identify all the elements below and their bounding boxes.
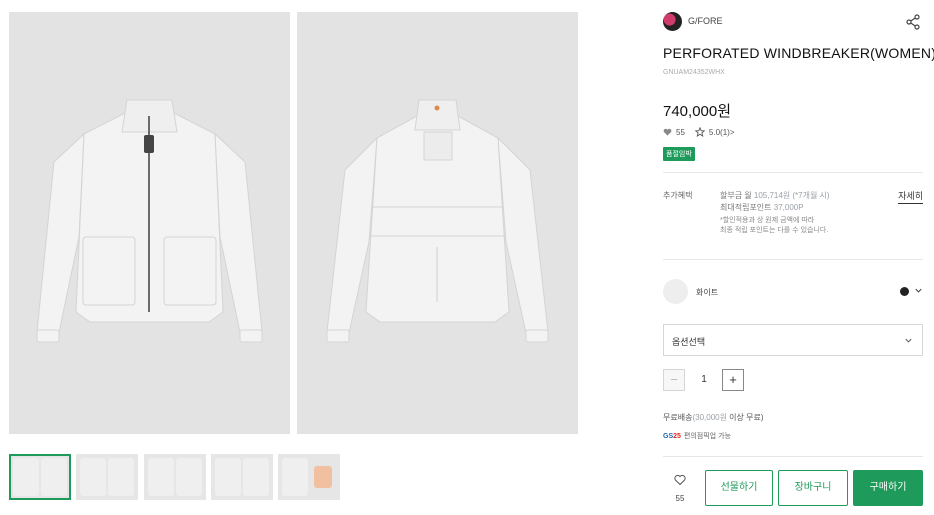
benefits-details: 할부금 월 105,714원 (*7개월 시) 최대적립포인트 37,000P … xyxy=(720,190,880,236)
status-badge: 품절임박 xyxy=(663,147,695,161)
benefits-note-line-1: *할인적용과 상 원제 금액에 따라 xyxy=(720,217,815,224)
jacket-front-illustration xyxy=(36,99,263,343)
color-dot xyxy=(900,287,909,296)
thumbnail-image xyxy=(243,458,269,496)
points-line: 최대적립포인트 37,000P xyxy=(720,202,880,214)
gs25-logo-text-b: 25 xyxy=(673,432,681,440)
points-prefix: 최대적립포인트 xyxy=(720,203,774,212)
color-selector[interactable]: 화이트 xyxy=(663,279,923,304)
shipping-info: 무료배송(30,000원 이상 무료) xyxy=(663,412,764,423)
product-code: GNUAM24352WHX xyxy=(663,69,725,76)
gs25-logo: GS25 xyxy=(663,433,681,440)
thumbnail-4[interactable] xyxy=(211,454,273,500)
thumbnail-3[interactable] xyxy=(144,454,206,500)
thumbnail-image xyxy=(282,458,308,496)
add-to-cart-button[interactable]: 장바구니 xyxy=(778,470,848,506)
buy-button[interactable]: 구매하기 xyxy=(853,470,923,506)
heart-icon xyxy=(663,128,672,136)
product-meta-row: 55 5.0(1)> xyxy=(663,127,734,137)
installment-value: 105,714원 (*7개월 시) xyxy=(753,191,830,200)
store-pickup-text: 편의점픽업 가능 xyxy=(683,433,731,440)
color-name: 화이트 xyxy=(696,288,719,297)
likes-count: 55 xyxy=(676,127,685,137)
option-select[interactable]: 옵션선택 xyxy=(663,324,923,356)
product-image-front[interactable] xyxy=(9,12,290,434)
divider xyxy=(663,172,923,173)
benefits-label: 추가혜택 xyxy=(663,191,693,200)
quantity-value[interactable]: 1 xyxy=(693,374,715,385)
thumbnail-image xyxy=(80,458,106,496)
quantity-minus-button[interactable]: − xyxy=(663,369,685,391)
rating-value: 5.0(1) xyxy=(708,127,730,137)
product-title: PERFORATED WINDBREAKER(WOMEN) xyxy=(663,45,934,61)
thumbnail-5[interactable] xyxy=(278,454,340,500)
thumbnail-image xyxy=(41,458,67,496)
product-image-back[interactable] xyxy=(297,12,578,434)
share-icon[interactable] xyxy=(905,14,921,30)
divider xyxy=(663,259,923,260)
thumbnail-image xyxy=(108,458,134,496)
rating-chevron: > xyxy=(729,127,735,137)
thumbnail-image xyxy=(176,458,202,496)
rating-link[interactable]: 5.0(1)> xyxy=(709,128,735,137)
gs25-logo-text-a: GS xyxy=(663,432,674,440)
installment-line: 할부금 월 105,714원 (*7개월 시) xyxy=(720,190,880,202)
points-value: 37,000P xyxy=(773,203,804,212)
brand-row: G/FORE xyxy=(663,12,923,32)
product-info-panel: G/FORE PERFORATED WINDBREAKER(WOMEN) GNU… xyxy=(663,0,934,515)
product-price: 740,000원 xyxy=(663,103,732,120)
thumbnail-image xyxy=(13,458,39,496)
brand-name[interactable]: G/FORE xyxy=(688,16,723,26)
shipping-prefix: 무료배송 xyxy=(663,413,693,422)
thumbnail-image xyxy=(215,458,241,496)
benefits-detail-link[interactable]: 자세히 xyxy=(898,189,923,204)
benefits-note-line-2: 최종 적립 포인트는 다를 수 있습니다. xyxy=(720,227,829,234)
option-select-label: 옵션선택 xyxy=(672,337,706,347)
wishlist-count: 55 xyxy=(675,494,685,503)
wishlist-button[interactable]: 55 xyxy=(668,473,692,503)
thumbnail-2[interactable] xyxy=(76,454,138,500)
color-swatch[interactable] xyxy=(663,279,688,304)
divider xyxy=(663,456,923,457)
thumbnail-image xyxy=(148,458,174,496)
shipping-threshold: (30,000원 xyxy=(692,413,727,422)
jacket-back-illustration xyxy=(326,99,549,343)
shipping-suffix: 이상 무료) xyxy=(726,413,764,422)
chevron-down-icon xyxy=(905,338,912,343)
store-pickup-row: GS25 편의점픽업 가능 xyxy=(663,431,731,441)
thumbnail-1[interactable] xyxy=(9,454,71,500)
installment-prefix: 할부금 월 xyxy=(720,191,754,200)
star-icon xyxy=(694,127,705,137)
thumbnail-tag-image xyxy=(314,466,332,488)
gift-button[interactable]: 선물하기 xyxy=(705,470,773,506)
quantity-plus-button[interactable]: + xyxy=(722,369,744,391)
chevron-down-icon[interactable] xyxy=(914,286,923,295)
benefits-note: *할인적용과 상 원제 금액에 따라 최종 적립 포인트는 다를 수 있습니다. xyxy=(720,216,880,236)
heart-outline-icon xyxy=(674,474,686,486)
brand-logo[interactable] xyxy=(663,12,682,31)
